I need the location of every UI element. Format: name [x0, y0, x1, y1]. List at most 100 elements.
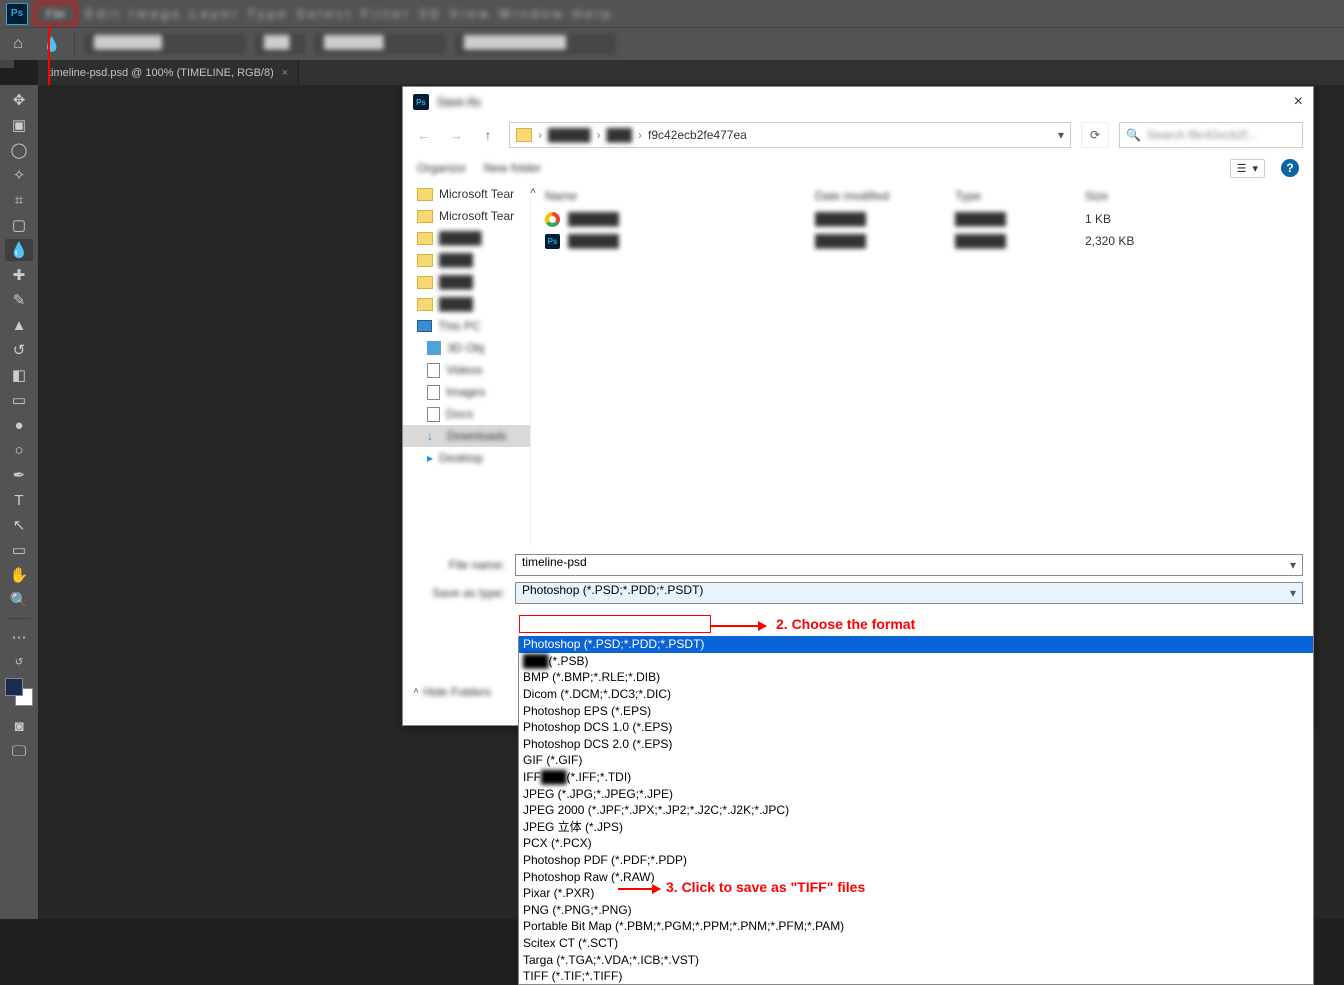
- close-icon[interactable]: ×: [282, 67, 288, 79]
- quickmask-icon[interactable]: ◙: [5, 715, 33, 737]
- format-option[interactable]: Targa (*.TGA;*.VDA;*.ICB;*.VST): [519, 951, 1313, 968]
- organize-button[interactable]: Organize: [417, 161, 466, 175]
- refresh-icon[interactable]: ⟳: [1081, 122, 1109, 148]
- menu-rest[interactable]: Edit Image Layer Type Select Filter 3D V…: [85, 7, 613, 21]
- help-icon[interactable]: ?: [1281, 159, 1299, 177]
- hand-tool[interactable]: ✋: [5, 564, 33, 586]
- col-date[interactable]: Date modified: [815, 189, 955, 203]
- format-option[interactable]: PCX (*.PCX): [519, 835, 1313, 852]
- tree-item[interactable]: Microsoft Tear: [403, 183, 530, 205]
- format-option[interactable]: PNG (*.PNG;*.PNG): [519, 902, 1313, 919]
- tree-item[interactable]: ████: [403, 249, 530, 271]
- tree-scroll-up-icon[interactable]: ˄: [523, 185, 543, 197]
- edit-toolbar-icon[interactable]: ⋯: [5, 626, 33, 648]
- tree-item-downloads[interactable]: ↓Downloads: [403, 425, 530, 447]
- chevron-down-icon[interactable]: ▾: [1290, 558, 1296, 572]
- col-type[interactable]: Type: [955, 189, 1085, 203]
- tree-item[interactable]: Microsoft Tear: [403, 205, 530, 227]
- color-swap-icon[interactable]: ↺: [5, 651, 33, 673]
- color-swatches[interactable]: [5, 678, 33, 706]
- newfolder-button[interactable]: New folder: [484, 161, 541, 175]
- format-option[interactable]: Photoshop DCS 2.0 (*.EPS): [519, 736, 1313, 753]
- format-option[interactable]: Photoshop PDF (*.PDF;*.PDP): [519, 852, 1313, 869]
- filetype-select[interactable]: Photoshop (*.PSD;*.PDD;*.PSDT)▾: [515, 582, 1303, 604]
- tree-this-pc[interactable]: This PC: [403, 315, 530, 337]
- shape-tool[interactable]: ▭: [5, 539, 33, 561]
- zoom-tool[interactable]: 🔍: [5, 589, 33, 611]
- tree-item[interactable]: ████: [403, 293, 530, 315]
- col-size[interactable]: Size: [1085, 189, 1205, 203]
- list-header[interactable]: Name Date modified Type Size: [531, 184, 1313, 208]
- search-input[interactable]: 🔍 Search f9c42ecb2f...: [1119, 122, 1303, 148]
- format-option[interactable]: Dicom (*.DCM;*.DC3;*.DIC): [519, 686, 1313, 703]
- brush-tool[interactable]: ✎: [5, 289, 33, 311]
- format-option[interactable]: BMP (*.BMP;*.RLE;*.DIB): [519, 669, 1313, 686]
- wand-tool[interactable]: ✧: [5, 164, 33, 186]
- view-button[interactable]: ☰▾: [1230, 159, 1265, 178]
- eyedropper-tool[interactable]: 💧: [5, 239, 33, 261]
- format-option[interactable]: Photoshop EPS (*.EPS): [519, 702, 1313, 719]
- close-icon[interactable]: ×: [1294, 93, 1303, 111]
- file-list[interactable]: Name Date modified Type Size ██████ ████…: [531, 183, 1313, 545]
- format-option[interactable]: GIF (*.GIF): [519, 752, 1313, 769]
- list-item[interactable]: Ps██████ ██████ ██████ 2,320 KB: [531, 230, 1313, 252]
- home-icon[interactable]: ⌂: [6, 35, 30, 53]
- options-bar: ⌂ 💧 ████████ ███ ███████ ████████████: [0, 27, 1344, 60]
- document-tab[interactable]: timeline-psd.psd @ 100% (TIMELINE, RGB/8…: [38, 60, 299, 85]
- lasso-tool[interactable]: ◯: [5, 139, 33, 161]
- type-tool[interactable]: T: [5, 489, 33, 511]
- pen-tool[interactable]: ✒: [5, 464, 33, 486]
- move-tool[interactable]: ✥: [5, 89, 33, 111]
- screenmode-icon[interactable]: 🖵: [5, 740, 33, 762]
- dodge-tool[interactable]: ○: [5, 439, 33, 461]
- tree-item[interactable]: Images: [403, 381, 530, 403]
- col-name[interactable]: Name: [545, 189, 815, 203]
- format-option[interactable]: Scitex CT (*.SCT): [519, 935, 1313, 952]
- tree-item[interactable]: █████: [403, 227, 530, 249]
- filename-input[interactable]: timeline-psd▾: [515, 554, 1303, 576]
- format-option[interactable]: JPEG 2000 (*.JPF;*.JPX;*.JP2;*.J2C;*.J2K…: [519, 802, 1313, 819]
- format-dropdown[interactable]: Photoshop (*.PSD;*.PDD;*.PSDT)███ (*.PSB…: [518, 636, 1314, 985]
- history-tool[interactable]: ↺: [5, 339, 33, 361]
- eyedropper-icon[interactable]: 💧: [40, 36, 64, 53]
- format-option[interactable]: JPEG (*.JPG;*.JPEG;*.JPE): [519, 785, 1313, 802]
- tree-item[interactable]: Videos: [403, 359, 530, 381]
- folder-tree[interactable]: Microsoft Tear Microsoft Tear █████ ████…: [403, 183, 531, 545]
- gradient-tool[interactable]: ▭: [5, 389, 33, 411]
- format-option[interactable]: ███ (*.PSB): [519, 653, 1313, 670]
- opt-sample[interactable]: ████████: [85, 34, 245, 54]
- tree-item[interactable]: Docs: [403, 403, 530, 425]
- eraser-tool[interactable]: ◧: [5, 364, 33, 386]
- format-option[interactable]: Photoshop DCS 1.0 (*.EPS): [519, 719, 1313, 736]
- format-option[interactable]: Photoshop (*.PSD;*.PDD;*.PSDT): [519, 636, 1313, 653]
- fg-color-swatch[interactable]: [5, 678, 23, 696]
- blur-tool[interactable]: ●: [5, 414, 33, 436]
- heal-tool[interactable]: ✚: [5, 264, 33, 286]
- chevron-down-icon[interactable]: ▾: [1058, 128, 1064, 142]
- opt-sample2[interactable]: ███: [255, 34, 305, 54]
- hide-folders-button[interactable]: Hide Folders: [423, 685, 491, 699]
- nav-up-icon[interactable]: ↑: [477, 124, 499, 146]
- frame-tool[interactable]: ▢: [5, 214, 33, 236]
- menu-file[interactable]: File: [34, 2, 77, 26]
- format-option[interactable]: Portable Bit Map (*.PBM;*.PGM;*.PPM;*.PN…: [519, 918, 1313, 935]
- nav-back-icon[interactable]: ←: [413, 124, 435, 146]
- format-option[interactable]: TIFF (*.TIF;*.TIFF): [519, 968, 1313, 985]
- tree-item[interactable]: ████: [403, 271, 530, 293]
- address-bar[interactable]: ›█████ ›███ ›f9c42ecb2fe477ea ▾: [509, 122, 1071, 148]
- crop-tool[interactable]: ⌗: [5, 189, 33, 211]
- list-item[interactable]: ██████ ██████ ██████ 1 KB: [531, 208, 1313, 230]
- tree-item[interactable]: ▸Desktop: [403, 447, 530, 469]
- opt-sample3[interactable]: ███████: [315, 34, 445, 54]
- format-option[interactable]: Photoshop Raw (*.RAW): [519, 868, 1313, 885]
- format-option[interactable]: JPEG 立体 (*.JPS): [519, 819, 1313, 836]
- stamp-tool[interactable]: ▲: [5, 314, 33, 336]
- path-tool[interactable]: ↖: [5, 514, 33, 536]
- opt-sample4[interactable]: ████████████: [455, 34, 615, 54]
- tree-item[interactable]: 3D Obj: [403, 337, 530, 359]
- chevron-down-icon[interactable]: ▾: [1290, 586, 1296, 600]
- marquee-tool[interactable]: ▣: [5, 114, 33, 136]
- nav-fwd-icon[interactable]: →: [445, 124, 467, 146]
- sidebar-handle[interactable]: [0, 60, 14, 68]
- format-option[interactable]: IFF ███ (*.IFF;*.TDI): [519, 769, 1313, 786]
